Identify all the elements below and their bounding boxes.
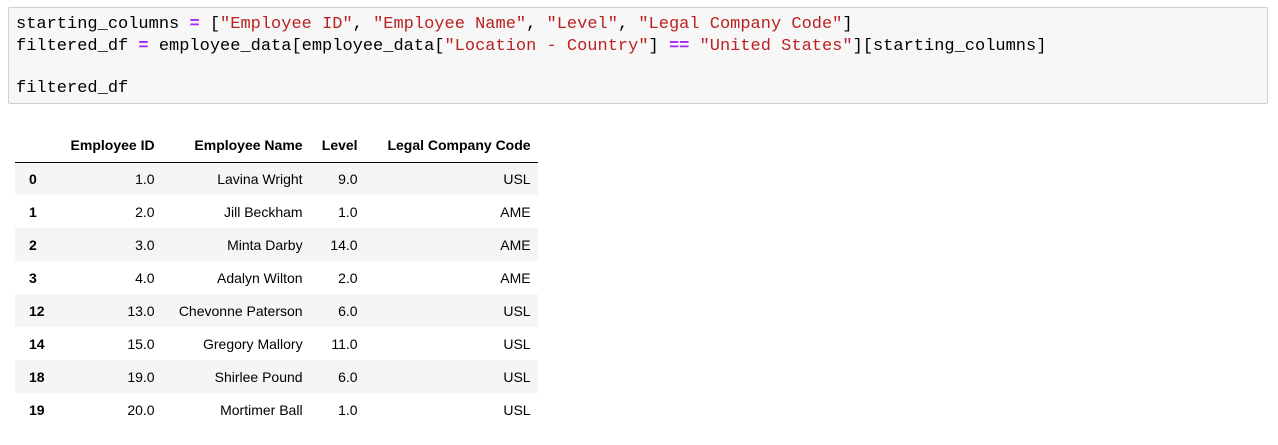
code-token: , <box>526 15 547 34</box>
code-token: filtered_df <box>16 37 129 56</box>
table-row: 12 13.0 Chevonne Paterson 6.0 USL <box>15 294 538 327</box>
cell-employee-name: Chevonne Paterson <box>178 302 303 319</box>
row-index: 3 <box>29 269 37 286</box>
code-operator: == <box>668 37 690 56</box>
code-token: , <box>352 15 374 34</box>
row-index: 14 <box>29 335 45 352</box>
cell-employee-name: Minta Darby <box>227 236 303 253</box>
cell-legal-company-code: USL <box>503 302 531 319</box>
column-header-level: Level <box>309 129 365 163</box>
table-row: 2 3.0 Minta Darby 14.0 AME <box>15 228 538 261</box>
row-index: 2 <box>29 236 37 253</box>
code-line-3: filtered_df <box>16 79 129 98</box>
cell-employee-name: Adalyn Wilton <box>216 269 303 286</box>
cell-legal-company-code: USL <box>503 170 531 187</box>
cell-level: 6.0 <box>338 302 358 319</box>
column-header-legal-company-code: Legal Company Code <box>364 129 538 163</box>
table-row: 19 20.0 Mortimer Ball 1.0 USL <box>15 393 538 426</box>
code-string: "Level" <box>546 15 618 34</box>
cell-employee-name: Gregory Mallory <box>202 335 303 352</box>
code-line-2: filtered_df = employee_data[employee_dat… <box>16 36 1046 58</box>
column-header-employee-name: Employee Name <box>161 129 310 163</box>
code-string: "Legal Company Code" <box>638 15 843 34</box>
cell-level: 6.0 <box>338 368 358 385</box>
code-string: "Location - Country" <box>444 37 649 56</box>
table-header-row: Employee ID Employee Name Level Legal Co… <box>15 129 538 163</box>
code-string: "United States" <box>699 37 853 56</box>
table-row: 3 4.0 Adalyn Wilton 2.0 AME <box>15 261 538 294</box>
table-row: 18 19.0 Shirlee Pound 6.0 USL <box>15 360 538 393</box>
cell-legal-company-code: AME <box>500 203 531 220</box>
cell-level: 1.0 <box>338 203 358 220</box>
table-row: 1 2.0 Jill Beckham 1.0 AME <box>15 195 538 228</box>
table-row: 14 15.0 Gregory Mallory 11.0 USL <box>15 327 538 360</box>
cell-legal-company-code: USL <box>503 401 531 418</box>
cell-employee-id: 4.0 <box>135 269 155 286</box>
cell-legal-company-code: USL <box>503 368 531 385</box>
code-operator: = <box>138 37 149 56</box>
cell-employee-name: Mortimer Ball <box>220 401 303 418</box>
cell-employee-name: Jill Beckham <box>223 203 303 220</box>
row-index: 1 <box>29 203 37 220</box>
cell-level: 11.0 <box>331 335 358 352</box>
code-token: starting_columns <box>16 15 180 34</box>
column-header-index <box>15 129 52 163</box>
code-line-1: starting_columns = ["Employee ID", "Empl… <box>16 14 853 36</box>
cell-employee-id: 13.0 <box>127 302 155 319</box>
cell-legal-company-code: AME <box>500 269 531 286</box>
row-index: 0 <box>29 170 37 187</box>
column-header-employee-id: Employee ID <box>51 129 162 163</box>
cell-employee-id: 20.0 <box>127 401 155 418</box>
code-token: ] <box>842 15 853 34</box>
cell-level: 14.0 <box>330 236 358 253</box>
cell-level: 1.0 <box>338 401 358 418</box>
cell-employee-name: Shirlee Pound <box>214 368 303 385</box>
code-string: "Employee Name" <box>373 15 527 34</box>
cell-employee-name: Lavina Wright <box>217 170 303 187</box>
cell-employee-id: 3.0 <box>135 236 155 253</box>
cell-employee-id: 2.0 <box>135 203 155 220</box>
cell-employee-id: 1.0 <box>135 170 155 187</box>
cell-level: 2.0 <box>338 269 358 286</box>
row-index: 18 <box>29 368 45 385</box>
cell-employee-id: 15.0 <box>127 335 155 352</box>
cell-level: 9.0 <box>338 170 358 187</box>
code-token: , <box>617 15 639 34</box>
code-token: employee_data[employee_data[ <box>148 37 445 56</box>
cell-legal-company-code: USL <box>503 335 531 352</box>
cell-employee-id: 19.0 <box>127 368 155 385</box>
code-operator: = <box>189 15 200 34</box>
code-token: ] <box>648 37 669 56</box>
code-cell[interactable]: starting_columns = ["Employee ID", "Empl… <box>8 7 1268 104</box>
cell-legal-company-code: AME <box>500 236 531 253</box>
dataframe-table: Employee ID Employee Name Level Legal Co… <box>15 129 538 426</box>
code-token: [ <box>199 15 221 34</box>
code-string: "Employee ID" <box>220 15 353 34</box>
row-index: 12 <box>29 302 45 319</box>
row-index: 19 <box>29 401 45 418</box>
table-row: 0 1.0 Lavina Wright 9.0 USL <box>15 162 538 195</box>
code-token: ][starting_columns] <box>852 37 1047 56</box>
